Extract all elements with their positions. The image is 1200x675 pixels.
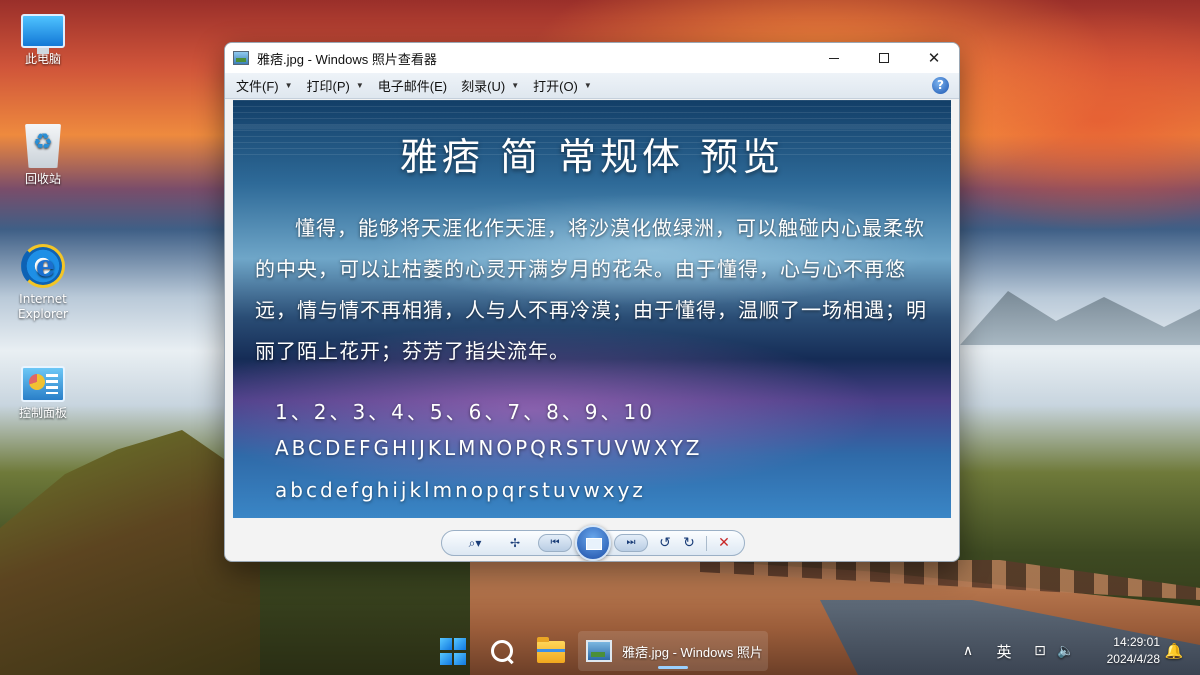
rotate-clockwise-button[interactable]: ↻ [680,534,698,552]
minimize-icon [829,57,839,59]
rotate-ccw-icon: ↺ [659,535,671,551]
next-button[interactable]: ⏭ [614,534,648,552]
window-title: 雅痞.jpg - Windows 照片查看器 [257,51,437,67]
toolbar-separator [706,536,707,551]
windows-logo-icon [440,638,452,650]
recycle-bin-icon [25,124,61,168]
font-preview-uppercase: ABCDEFGHIJKLMNOPQRSTUVWXYZ [275,436,703,460]
start-button[interactable] [440,638,468,666]
photo-viewer-window: 雅痞.jpg - Windows 照片查看器 ✕ 文件(F) ▼ 打印(P) ▼ 电… [224,42,960,562]
windows-logo-pane [454,638,466,650]
network-icon: ⊡ [1034,643,1046,659]
slideshow-button[interactable] [575,525,611,561]
font-preview-paragraph: 懂得，能够将天涯化作天涯，将沙漠化做绿洲，可以触碰内心最柔软的中央，可以让枯萎的… [255,216,927,363]
menu-file[interactable]: 文件(F) ▼ [229,76,300,95]
volume-button[interactable]: 🔈 [1054,627,1078,675]
menu-label: 打印(P) [306,79,350,94]
title-bar[interactable]: 雅痞.jpg - Windows 照片查看器 ✕ [225,43,959,73]
internet-explorer-icon [21,244,65,288]
chevron-up-icon: ∧ [962,643,974,659]
desktop-icon-internet-explorer[interactable]: Internet Explorer [3,244,83,322]
zoom-icon: ⌕▾ [468,535,482,550]
menu-label: 刻录(U) [461,79,506,94]
desktop-icon-recycle-bin[interactable]: 回收站 [3,124,83,187]
viewer-toolbar: ⌕▾ ✢ ⏮ ⏭ ↺ ↻ ✕ [441,525,745,561]
window-controls: ✕ [809,43,959,73]
clock-time: 14:29:01 [1113,635,1160,649]
search-button[interactable] [488,637,516,665]
desktop-icon-label: Internet Explorer [18,292,68,321]
caret-down-icon: ▼ [511,81,520,90]
desktop-icon-label: 控制面板 [18,406,67,420]
background-mountains-right [960,291,1200,345]
windows-logo-pane [440,653,452,665]
close-icon: ✕ [927,49,941,67]
desktop-icon-control-panel[interactable]: 控制面板 [3,362,83,421]
caret-down-icon: ▼ [583,81,592,90]
fit-icon: ✢ [509,536,521,550]
caret-down-icon: ▼ [355,81,364,90]
fit-to-window-button[interactable]: ✢ [504,534,526,552]
image-display: 雅痞 简 常规体 预览 懂得，能够将天涯化作天涯，将沙漠化做绿洲，可以触碰内心最… [233,100,951,518]
help-button[interactable]: ? [932,77,949,94]
maximize-button[interactable] [859,43,909,73]
delete-button[interactable]: ✕ [714,534,734,552]
next-icon: ⏭ [626,537,636,548]
menu-label: 打开(O) [533,79,578,94]
desktop-icon-label: 此电脑 [24,52,61,66]
menu-label: 文件(F) [236,79,279,94]
previous-icon: ⏮ [550,537,560,548]
notification-button[interactable]: 🔔 [1162,627,1186,675]
taskbar: 雅痞.jpg - Windows 照片查看器 ∧ 英 ⊡ 🔈 14:29:01 … [0,627,1200,675]
menu-email[interactable]: 电子邮件(E) [371,76,454,95]
desktop-icon-this-pc[interactable]: 此电脑 [3,8,83,67]
rotate-cw-icon: ↻ [683,535,695,551]
menu-open[interactable]: 打开(O) ▼ [526,76,599,95]
delete-icon: ✕ [718,535,730,551]
menu-burn[interactable]: 刻录(U) ▼ [454,76,526,95]
photo-viewer-icon [233,51,249,65]
close-button[interactable]: ✕ [909,43,959,73]
volume-icon: 🔈 [1057,643,1075,659]
input-method-indicator[interactable]: 英 [992,627,1016,675]
font-preview-numbers: 1、2、3、4、5、6、7、8、9、10 [275,400,655,424]
rotate-counterclockwise-button[interactable]: ↺ [656,534,674,552]
caret-down-icon: ▼ [284,81,293,90]
font-preview-lowercase: abcdefghijklmnopqrstuvwxyz [275,478,646,502]
menu-print[interactable]: 打印(P) ▼ [300,76,371,95]
desktop-icon-label: 回收站 [24,172,61,186]
notification-bell-icon: 🔔 [1164,642,1184,660]
menu-bar: 文件(F) ▼ 打印(P) ▼ 电子邮件(E) 刻录(U) ▼ 打开(O) ▼ ? [225,73,959,99]
menu-label: 电子邮件(E) [377,79,448,94]
windows-logo-pane [454,653,466,665]
taskbar-app-label: 雅痞.jpg - Windows 照片查看器 [622,644,762,660]
zoom-button[interactable]: ⌕▾ [460,534,490,552]
clock-date: 2024/4/28 [1106,652,1160,666]
maximize-icon [879,53,889,63]
photo-viewer-icon [586,640,612,662]
clock[interactable]: 14:29:01 2024/4/28 [1090,627,1160,675]
control-panel-icon [21,366,65,402]
computer-icon [21,14,65,54]
network-button[interactable]: ⊡ [1028,627,1052,675]
file-explorer-button[interactable] [537,637,565,663]
ime-label: 英 [996,642,1012,661]
show-hidden-icons-button[interactable]: ∧ [958,627,978,675]
previous-button[interactable]: ⏮ [538,534,572,552]
font-preview-title: 雅痞 简 常规体 预览 [399,135,785,179]
minimize-button[interactable] [809,43,859,73]
taskbar-photo-viewer[interactable]: 雅痞.jpg - Windows 照片查看器 [578,631,768,671]
